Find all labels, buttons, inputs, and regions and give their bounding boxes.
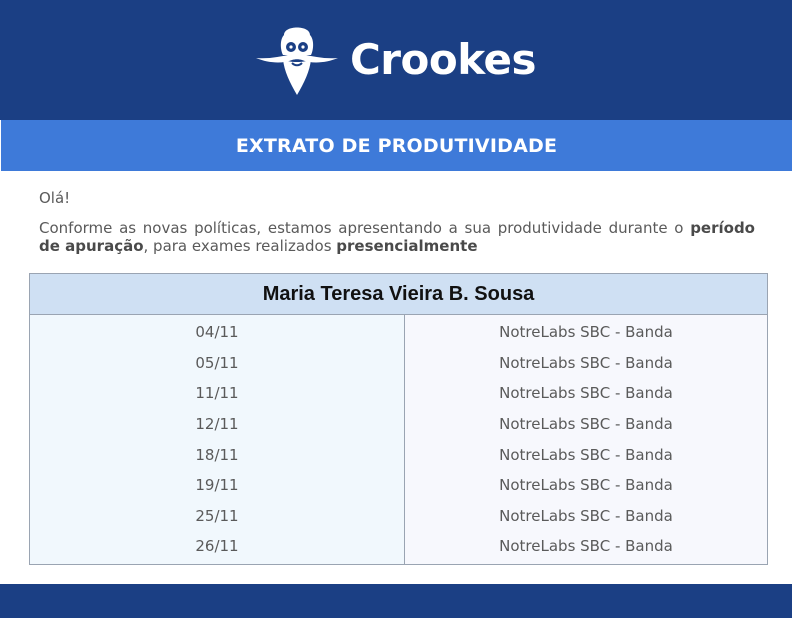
- professional-name: Maria Teresa Vieira B. Sousa: [262, 282, 535, 305]
- table-body: 04/11 05/11 11/11 12/11 18/11 19/11 25/1…: [30, 315, 767, 564]
- locations-column: NotreLabs SBC - Banda NotreLabs SBC - Ba…: [405, 315, 767, 564]
- date-cell: 25/11: [195, 506, 239, 525]
- location-cell: NotreLabs SBC - Banda: [499, 476, 673, 495]
- location-cell: NotreLabs SBC - Banda: [499, 323, 673, 342]
- location-cell: NotreLabs SBC - Banda: [499, 415, 673, 434]
- location-cell: NotreLabs SBC - Banda: [499, 537, 673, 556]
- intro-text-1: Conforme as novas políticas, estamos apr…: [39, 219, 691, 237]
- date-cell: 26/11: [195, 537, 239, 556]
- message-body: Olá! Conforme as novas políticas, estamo…: [39, 188, 755, 255]
- date-cell: 18/11: [195, 445, 239, 464]
- productivity-table: Maria Teresa Vieira B. Sousa 04/11 05/11…: [29, 273, 768, 565]
- date-cell: 04/11: [195, 323, 239, 342]
- date-cell: 05/11: [195, 353, 239, 372]
- dates-column: 04/11 05/11 11/11 12/11 18/11 19/11 25/1…: [30, 315, 405, 564]
- bearded-scientist-logo-icon: [255, 27, 338, 95]
- intro-text-2: , para exames realizados: [143, 237, 337, 255]
- table-header: Maria Teresa Vieira B. Sousa: [30, 274, 767, 315]
- greeting-text: Olá!: [39, 189, 71, 207]
- location-cell: NotreLabs SBC - Banda: [499, 445, 673, 464]
- date-cell: 11/11: [195, 384, 239, 403]
- location-cell: NotreLabs SBC - Banda: [499, 353, 673, 372]
- date-cell: 19/11: [195, 476, 239, 495]
- location-cell: NotreLabs SBC - Banda: [499, 506, 673, 525]
- email-header: Crookes: [0, 0, 792, 120]
- title-banner: EXTRATO DE PRODUTIVIDADE: [1, 120, 792, 171]
- banner-title: EXTRATO DE PRODUTIVIDADE: [235, 134, 558, 157]
- intro-paragraph: Conforme as novas políticas, estamos apr…: [39, 219, 755, 255]
- brand-name: Crookes: [349, 34, 537, 84]
- email-footer: [0, 584, 792, 618]
- brand-logo: Crookes: [254, 21, 537, 97]
- date-cell: 12/11: [195, 415, 239, 434]
- intro-bold-presential: presencialmente: [336, 237, 478, 255]
- location-cell: NotreLabs SBC - Banda: [499, 384, 673, 403]
